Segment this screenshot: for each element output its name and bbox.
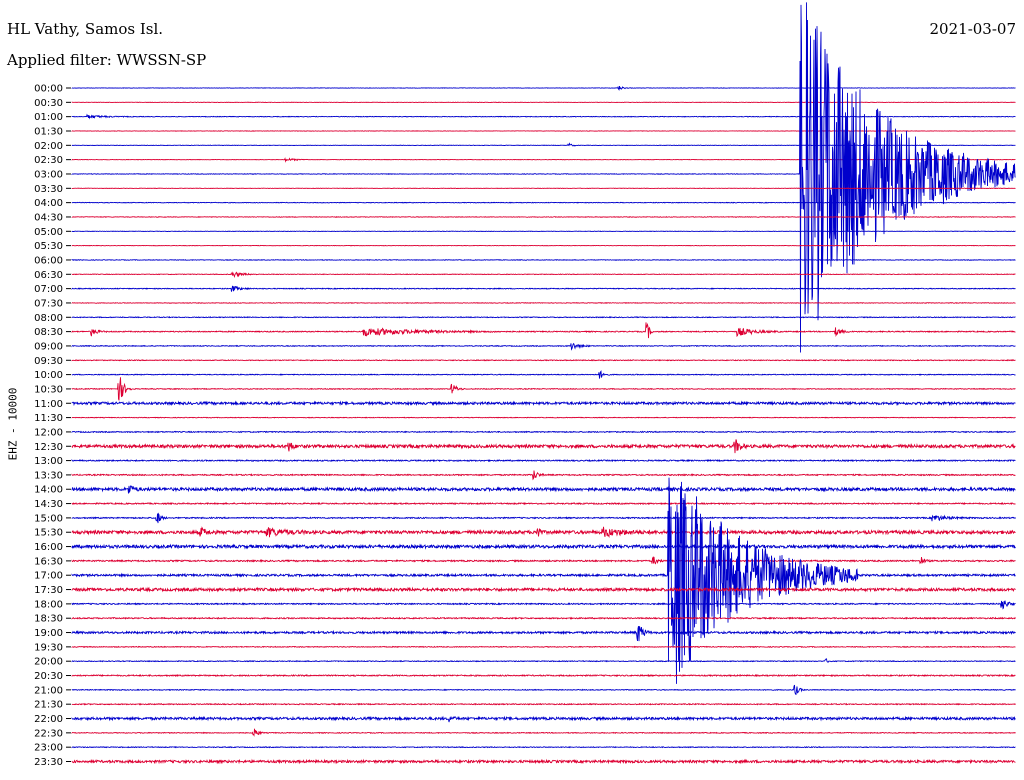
trace-line-1930 xyxy=(71,645,1016,649)
line-label: 00:30 xyxy=(34,98,63,109)
trace-line-2330 xyxy=(71,758,1016,765)
trace-line-1600 xyxy=(71,543,1016,550)
line-label: 22:00 xyxy=(34,714,63,725)
trace-line-0000 xyxy=(71,85,1016,91)
line-label: 02:00 xyxy=(34,141,63,152)
line-label: 10:30 xyxy=(34,384,63,395)
line-label: 21:30 xyxy=(34,700,63,711)
trace-line-1730 xyxy=(71,586,1016,593)
trace-line-1800 xyxy=(71,600,1016,610)
line-label: 20:30 xyxy=(34,671,63,682)
line-label: 11:00 xyxy=(34,399,63,410)
line-label: 02:30 xyxy=(34,155,63,166)
line-label: 15:30 xyxy=(34,528,63,539)
trace-line-0100 xyxy=(71,113,1016,120)
trace-line-2300 xyxy=(71,746,1016,749)
line-label: 16:30 xyxy=(34,556,63,567)
line-label: 07:30 xyxy=(34,298,63,309)
line-label: 04:30 xyxy=(34,212,63,223)
trace-line-1030 xyxy=(71,377,1016,401)
line-label: 03:00 xyxy=(34,169,63,180)
line-label: 09:00 xyxy=(34,341,63,352)
trace-line-0430 xyxy=(71,215,1016,218)
trace-line-1000 xyxy=(71,370,1016,379)
trace-line-2230 xyxy=(71,728,1016,737)
trace-line-1500 xyxy=(71,512,1016,524)
line-label: 11:30 xyxy=(34,413,63,424)
line-label: 22:30 xyxy=(34,728,63,739)
line-label: 04:00 xyxy=(34,198,63,209)
trace-line-1400 xyxy=(71,485,1016,494)
line-label: 16:00 xyxy=(34,542,63,553)
line-label: 01:30 xyxy=(34,126,63,137)
line-label: 08:00 xyxy=(34,313,63,324)
trace-line-1130 xyxy=(71,416,1016,419)
trace-line-0900 xyxy=(71,342,1016,351)
line-label: 14:30 xyxy=(34,499,63,510)
trace-line-0200 xyxy=(71,142,1016,147)
trace-line-1630 xyxy=(71,555,1016,565)
trace-line-1830 xyxy=(71,616,1016,620)
trace-line-2000 xyxy=(71,658,1016,664)
line-label: 23:30 xyxy=(34,757,63,768)
trace-line-0700 xyxy=(71,285,1016,292)
trace-line-0930 xyxy=(71,359,1016,362)
line-label: 23:00 xyxy=(34,743,63,754)
line-label: 20:00 xyxy=(34,657,63,668)
line-label: 12:00 xyxy=(34,427,63,438)
trace-line-2100 xyxy=(71,684,1016,696)
line-label: 10:00 xyxy=(34,370,63,381)
trace-line-1230 xyxy=(71,439,1016,454)
line-label: 08:30 xyxy=(34,327,63,338)
line-label: 14:00 xyxy=(34,485,63,496)
line-label: 06:30 xyxy=(34,270,63,281)
line-label: 05:00 xyxy=(34,227,63,238)
line-label: 03:30 xyxy=(34,184,63,195)
line-label: 09:30 xyxy=(34,356,63,367)
line-label: 01:00 xyxy=(34,112,63,123)
line-label: 19:00 xyxy=(34,628,63,639)
trace-line-2200 xyxy=(71,715,1016,723)
trace-line-1200 xyxy=(71,430,1016,434)
line-label: 13:00 xyxy=(34,456,63,467)
line-label: 18:30 xyxy=(34,614,63,625)
trace-line-1300 xyxy=(71,458,1016,463)
line-label: 15:00 xyxy=(34,513,63,524)
trace-line-2130 xyxy=(71,702,1016,706)
trace-line-1900 xyxy=(71,626,1016,642)
line-label: 17:00 xyxy=(34,571,63,582)
trace-line-1700 xyxy=(71,477,1016,684)
line-label: 19:30 xyxy=(34,642,63,653)
line-label: 05:30 xyxy=(34,241,63,252)
line-label: 12:30 xyxy=(34,442,63,453)
line-label: 21:00 xyxy=(34,685,63,696)
trace-line-0830 xyxy=(71,322,1016,339)
trace-line-2030 xyxy=(71,673,1016,678)
trace-line-0400 xyxy=(71,201,1016,204)
line-label: 17:30 xyxy=(34,585,63,596)
trace-line-1430 xyxy=(71,501,1016,506)
line-label: 07:00 xyxy=(34,284,63,295)
trace-line-0730 xyxy=(71,301,1016,304)
trace-line-0300 xyxy=(71,2,1016,353)
helicorder-plot: 00:00 00:30 01:00 01:30 02:00 02:30 03:00 03:30… xyxy=(34,2,1016,768)
line-label: 06:00 xyxy=(34,255,63,266)
trace-line-1330 xyxy=(71,470,1016,481)
trace-line-0630 xyxy=(71,271,1016,279)
line-label: 18:00 xyxy=(34,599,63,610)
trace-line-0800 xyxy=(71,316,1016,319)
line-label: 00:00 xyxy=(34,84,63,95)
line-label: 13:30 xyxy=(34,470,63,481)
trace-line-0600 xyxy=(71,258,1016,261)
trace-line-1100 xyxy=(71,400,1016,407)
trace-line-1530 xyxy=(71,526,1016,539)
